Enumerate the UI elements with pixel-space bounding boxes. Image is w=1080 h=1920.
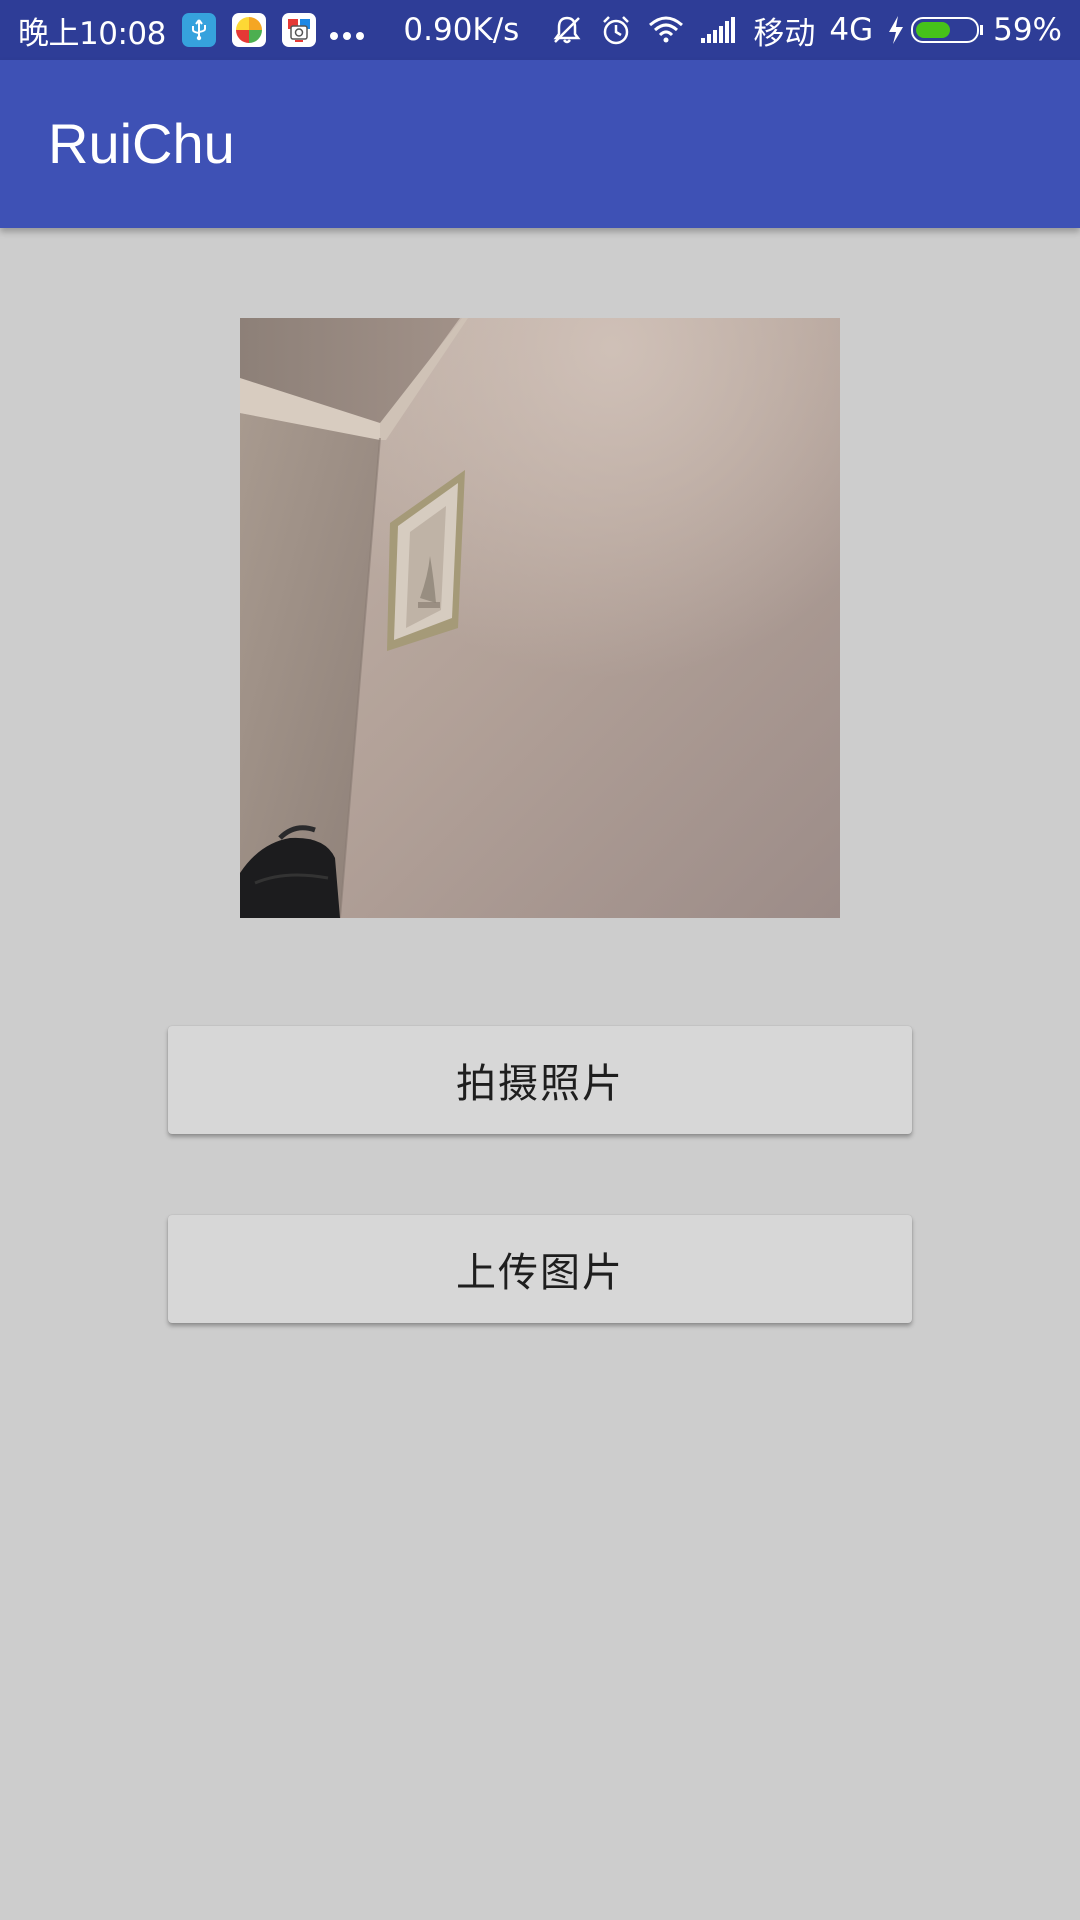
carrier-label: 移动 — [753, 15, 816, 52]
upload-image-button[interactable]: 上传图片 — [168, 1215, 912, 1323]
network-speed: 0.90K/s — [403, 12, 520, 48]
captured-photo — [240, 318, 840, 918]
camera-app-icon — [281, 13, 316, 47]
take-photo-button[interactable]: 拍摄照片 — [168, 1026, 912, 1134]
status-bar-right: 0.90K/s 移动 4G 59% — [403, 0, 1062, 60]
app-title: RuiChu — [48, 112, 235, 175]
battery-level-fill — [916, 22, 951, 38]
battery-nub — [980, 25, 984, 35]
alarm-icon — [599, 13, 633, 47]
charging-icon — [887, 15, 905, 45]
pinwheel-app-icon — [231, 13, 266, 47]
vibrate-off-icon — [549, 12, 585, 48]
status-time: 晚上10:08 — [18, 15, 166, 52]
network-type: 4G — [829, 12, 874, 48]
status-bar-left: 晚上10:08 — [18, 0, 369, 60]
battery-percent: 59% — [993, 12, 1062, 48]
status-bar: 晚上10:08 0.90K/s 移动 4G 59% — [0, 0, 1080, 60]
usb-icon — [181, 13, 216, 47]
battery-icon — [911, 17, 980, 43]
photo-image — [240, 318, 840, 918]
more-notifications-icon — [329, 13, 369, 47]
app-bar: RuiChu — [0, 60, 1080, 228]
signal-icon — [699, 16, 737, 44]
wifi-icon — [647, 15, 685, 45]
